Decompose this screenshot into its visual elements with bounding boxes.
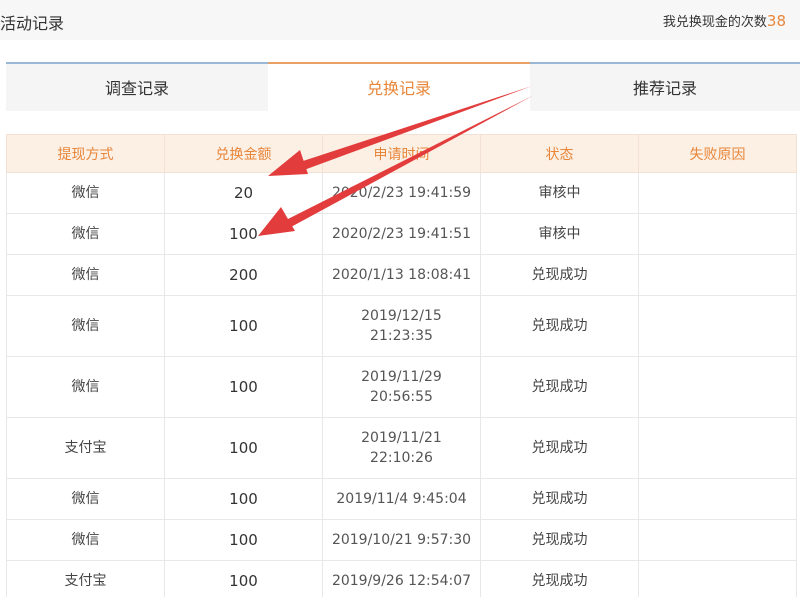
cell-method: 微信: [6, 295, 165, 357]
cell-time: 2019/9/26 12:54:07: [322, 560, 481, 597]
cell-time: 2019/11/21 22:10:26: [322, 417, 481, 479]
table-row: 微信 20 2020/2/23 19:41:59 审核中: [6, 172, 797, 214]
table-row: 支付宝 100 2019/11/21 22:10:26 兑现成功: [6, 417, 797, 479]
cell-time: 2020/1/13 18:08:41: [322, 254, 481, 296]
cell-method: 支付宝: [6, 417, 165, 479]
cell-status: 审核中: [480, 172, 639, 214]
column-header-time: 申请时间: [322, 134, 481, 173]
tab-bar: 调查记录 兑换记录 推荐记录: [6, 62, 800, 111]
cell-time-line: 2020/2/23 19:41:51: [331, 226, 472, 242]
cell-status: 兑现成功: [480, 417, 639, 479]
page: 活动记录 我兑换现金的次数38 调查记录 兑换记录 推荐记录 提现方式 兑换金额…: [0, 0, 800, 597]
cell-time: 2020/2/23 19:41:51: [322, 213, 481, 255]
column-header-status: 状态: [480, 134, 639, 173]
top-bar: 活动记录 我兑换现金的次数38: [0, 0, 800, 40]
cell-method: 微信: [6, 254, 165, 296]
cell-amount: 100: [164, 478, 323, 520]
cell-time: 2019/11/4 9:45:04: [322, 478, 481, 520]
cell-status: 兑现成功: [480, 560, 639, 597]
cell-time-line: 2019/11/21: [361, 430, 442, 446]
cell-amount: 100: [164, 417, 323, 479]
table-row: 支付宝 100 2019/9/26 12:54:07 兑现成功: [6, 560, 797, 597]
cell-method: 支付宝: [6, 560, 165, 597]
cell-status: 兑现成功: [480, 295, 639, 357]
cell-reason: [638, 560, 797, 597]
cell-amount: 100: [164, 560, 323, 597]
cell-reason: [638, 417, 797, 479]
cell-time-line: 21:23:35: [370, 328, 433, 344]
column-header-amount: 兑换金额: [164, 134, 323, 173]
cell-reason: [638, 356, 797, 418]
cell-time: 2019/12/15 21:23:35: [322, 295, 481, 357]
cell-time-line: 2019/12/15: [361, 308, 442, 324]
cell-reason: [638, 478, 797, 520]
table-row: 微信 100 2019/12/15 21:23:35 兑现成功: [6, 295, 797, 357]
cell-amount: 100: [164, 295, 323, 357]
cell-amount: 100: [164, 213, 323, 255]
cell-method: 微信: [6, 519, 165, 561]
cell-time-line: 2019/11/29: [361, 369, 442, 385]
cell-amount: 100: [164, 356, 323, 418]
cell-status: 兑现成功: [480, 356, 639, 418]
exchange-count: 我兑换现金的次数38: [663, 11, 786, 30]
table-row: 微信 200 2020/1/13 18:08:41 兑现成功: [6, 254, 797, 296]
cell-time-line: 22:10:26: [370, 450, 433, 466]
cell-time-line: 2019/11/4 9:45:04: [336, 491, 467, 507]
cell-reason: [638, 519, 797, 561]
tab-survey-records[interactable]: 调查记录: [6, 62, 268, 111]
cell-amount: 200: [164, 254, 323, 296]
cell-time-line: 2019/9/26 12:54:07: [331, 573, 472, 589]
cell-reason: [638, 254, 797, 296]
column-header-method: 提现方式: [6, 134, 165, 173]
page-title: 活动记录: [0, 14, 65, 33]
cell-method: 微信: [6, 172, 165, 214]
cell-time-line: 2020/1/13 18:08:41: [331, 267, 472, 283]
cell-status: 兑现成功: [480, 478, 639, 520]
table-row: 微信 100 2019/10/21 9:57:30 兑现成功: [6, 519, 797, 561]
cell-reason: [638, 213, 797, 255]
cell-amount: 100: [164, 519, 323, 561]
table-header-row: 提现方式 兑换金额 申请时间 状态 失败原因: [6, 134, 797, 173]
table-row: 微信 100 2019/11/4 9:45:04 兑现成功: [6, 478, 797, 520]
records-table: 提现方式 兑换金额 申请时间 状态 失败原因 微信 20 2020/2/23 1…: [6, 134, 797, 597]
column-header-reason: 失败原因: [638, 134, 797, 173]
cell-time-line: 2020/2/23 19:41:59: [331, 185, 472, 201]
cell-reason: [638, 295, 797, 357]
exchange-count-value: 38: [766, 12, 786, 30]
cell-time: 2019/11/29 20:56:55: [322, 356, 481, 418]
cell-reason: [638, 172, 797, 214]
cell-amount: 20: [164, 172, 323, 214]
cell-time: 2020/2/23 19:41:59: [322, 172, 481, 214]
cell-method: 微信: [6, 478, 165, 520]
exchange-count-label: 我兑换现金的次数: [662, 15, 767, 30]
tab-exchange-records[interactable]: 兑换记录: [268, 62, 530, 111]
cell-time-line: 20:56:55: [370, 389, 433, 405]
cell-method: 微信: [6, 213, 165, 255]
cell-method: 微信: [6, 356, 165, 418]
table-row: 微信 100 2019/11/29 20:56:55 兑现成功: [6, 356, 797, 418]
cell-time-line: 2019/10/21 9:57:30: [331, 532, 472, 548]
cell-time: 2019/10/21 9:57:30: [322, 519, 481, 561]
table-row: 微信 100 2020/2/23 19:41:51 审核中: [6, 213, 797, 255]
cell-status: 审核中: [480, 213, 639, 255]
cell-status: 兑现成功: [480, 254, 639, 296]
tab-referral-records[interactable]: 推荐记录: [530, 62, 800, 111]
cell-status: 兑现成功: [480, 519, 639, 561]
